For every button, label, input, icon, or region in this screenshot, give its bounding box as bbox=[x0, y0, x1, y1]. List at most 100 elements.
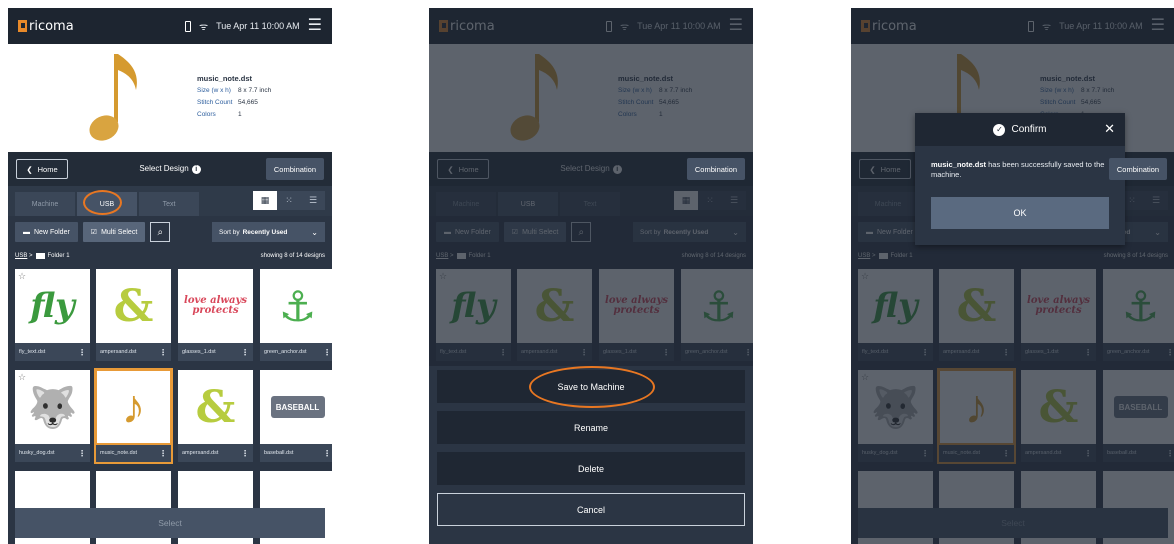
ok-button[interactable]: OK bbox=[931, 197, 1109, 229]
design-caption: husky_dog.dst ⋮ bbox=[15, 444, 90, 462]
design-caption: green_anchor.dst ⋮ bbox=[260, 343, 332, 361]
stitch-count-label: Stitch Count bbox=[197, 99, 233, 106]
rename-button[interactable]: Rename bbox=[437, 411, 745, 444]
design-card[interactable]: ☆🐺 husky_dog.dst ⋮ bbox=[15, 370, 90, 462]
design-name: baseball.dst bbox=[264, 450, 294, 456]
ricoma-logo: ricoma bbox=[18, 19, 74, 34]
small-grid-view-icon[interactable]: ⁙ bbox=[277, 191, 301, 210]
more-options-icon[interactable]: ⋮ bbox=[241, 449, 249, 458]
breadcrumb: USB > Folder 1 showing 8 of 14 designs bbox=[8, 248, 332, 264]
design-thumbnail: ☆🐺 bbox=[15, 370, 90, 444]
search-icon[interactable]: ⌕ bbox=[150, 222, 171, 242]
favorite-star-icon[interactable]: ☆ bbox=[18, 271, 26, 282]
new-folder-button[interactable]: ▬ New Folder bbox=[15, 222, 78, 242]
logo-mark-icon bbox=[18, 20, 27, 32]
design-card[interactable]: ⚓ green_anchor.dst ⋮ bbox=[260, 269, 332, 361]
music-note-icon: ♪ bbox=[121, 380, 146, 434]
view-mode-group: ▦ ⁙ ☰ bbox=[253, 191, 325, 210]
design-name: fly_text.dst bbox=[19, 349, 46, 355]
more-options-icon[interactable]: ⋮ bbox=[78, 449, 86, 458]
ampersand-art: & bbox=[195, 381, 236, 433]
title-bar: ❮ Home Select Designi Combination bbox=[8, 152, 332, 186]
stitch-count-value: 54,665 bbox=[238, 99, 258, 106]
design-card[interactable]: & ampersand.dst ⋮ bbox=[96, 269, 171, 361]
cancel-button[interactable]: Cancel bbox=[437, 493, 745, 526]
select-label: Select bbox=[158, 518, 182, 528]
tab-machine[interactable]: Machine bbox=[15, 192, 75, 216]
design-card-selected[interactable]: ♪ music_note.dst ⋮ bbox=[94, 368, 173, 464]
home-button[interactable]: ❮ Home bbox=[16, 159, 68, 179]
design-caption: music_note.dst ⋮ bbox=[96, 444, 171, 462]
combination-label: Combination bbox=[694, 164, 737, 174]
design-name: green_anchor.dst bbox=[264, 349, 307, 355]
colors-label: Colors bbox=[197, 111, 216, 118]
confirm-header: ✓ Confirm ✕ bbox=[915, 113, 1125, 146]
confirm-filename: music_note.dst bbox=[931, 160, 987, 169]
design-thumbnail: ⚓ bbox=[260, 269, 332, 343]
music-note-preview-icon bbox=[89, 54, 137, 141]
tab-text-label: Text bbox=[162, 200, 176, 208]
select-button[interactable]: Select bbox=[15, 508, 325, 538]
folder-plus-icon: ▬ bbox=[23, 228, 30, 236]
more-options-icon[interactable]: ⋮ bbox=[241, 348, 249, 357]
status-datetime: Tue Apr 11 10:00 AM bbox=[216, 21, 300, 31]
wifi-icon: ᯤ bbox=[198, 22, 209, 33]
confirm-message: music_note.dst has been successfully sav… bbox=[915, 146, 1125, 180]
design-filename: music_note.dst bbox=[197, 74, 253, 83]
design-name: ampersand.dst bbox=[100, 349, 137, 355]
rename-label: Rename bbox=[573, 422, 609, 433]
favorite-star-icon[interactable]: ☆ bbox=[18, 372, 26, 383]
husky-dog-icon: 🐺 bbox=[27, 385, 78, 430]
more-options-icon[interactable]: ⋮ bbox=[78, 348, 86, 357]
info-icon[interactable]: i bbox=[191, 165, 201, 174]
hamburger-menu-icon[interactable]: ☰ bbox=[308, 18, 322, 34]
large-grid-view-icon[interactable]: ▦ bbox=[253, 191, 277, 210]
list-view-icon[interactable]: ☰ bbox=[301, 191, 325, 210]
design-thumbnail: ♪ bbox=[95, 369, 172, 445]
design-thumbnail: & bbox=[178, 370, 253, 444]
anchor-icon: ⚓ bbox=[278, 282, 317, 330]
ampersand-art: & bbox=[113, 280, 154, 332]
combination-button[interactable]: Combination bbox=[1108, 158, 1167, 180]
fly-text-art: fly bbox=[30, 286, 75, 326]
check-circle-icon: ✓ bbox=[993, 123, 1006, 136]
more-options-icon[interactable]: ⋮ bbox=[159, 348, 167, 357]
design-thumbnail: love always protects bbox=[178, 269, 253, 343]
delete-button[interactable]: Delete bbox=[437, 452, 745, 485]
more-options-icon[interactable]: ⋮ bbox=[159, 449, 167, 458]
new-folder-label: New Folder bbox=[34, 228, 70, 236]
close-icon[interactable]: ✕ bbox=[1104, 121, 1115, 137]
combination-button[interactable]: Combination bbox=[265, 158, 324, 180]
confirm-dialog: ✓ Confirm ✕ music_note.dst has been succ… bbox=[915, 113, 1125, 245]
tab-machine-label: Machine bbox=[31, 200, 59, 208]
design-card[interactable]: BASEBALL baseball.dst ⋮ bbox=[260, 370, 332, 462]
screen-action-sheet: ricoma ᯤ Tue Apr 11 10:00 AM ☰ music_not… bbox=[429, 8, 753, 544]
usb-icon bbox=[184, 20, 191, 32]
breadcrumb-separator: > bbox=[27, 253, 33, 259]
brand-name: ricoma bbox=[29, 18, 74, 34]
love-text-art: love always protects bbox=[184, 294, 247, 316]
sort-prefix: Sort by bbox=[219, 228, 240, 236]
multi-select-button[interactable]: ☑Multi Select bbox=[82, 222, 146, 242]
design-card[interactable]: & ampersand.dst ⋮ bbox=[178, 370, 253, 462]
more-options-icon[interactable]: ⋮ bbox=[323, 348, 331, 357]
design-name: music_note.dst bbox=[100, 450, 137, 456]
more-options-icon[interactable]: ⋮ bbox=[323, 449, 331, 458]
folder-icon bbox=[35, 253, 45, 259]
breadcrumb-usb-link[interactable]: USB bbox=[15, 253, 27, 259]
design-card[interactable]: ☆ fly fly_text.dst ⋮ bbox=[15, 269, 90, 361]
combination-button[interactable]: Combination bbox=[686, 158, 745, 180]
breadcrumb-folder: Folder 1 bbox=[47, 253, 70, 259]
tab-text[interactable]: Text bbox=[139, 192, 199, 216]
save-button-highlight bbox=[529, 366, 655, 408]
delete-label: Delete bbox=[577, 463, 604, 474]
cancel-label: Cancel bbox=[576, 504, 605, 515]
design-caption: ampersand.dst ⋮ bbox=[96, 343, 171, 361]
file-toolbar: ▬ New Folder ☑Multi Select ⌕ Sort byRecen… bbox=[8, 216, 332, 248]
design-card[interactable]: love always protects glasses_1.dst ⋮ bbox=[178, 269, 253, 361]
chevron-down-icon: ⌄ bbox=[311, 227, 318, 237]
sort-dropdown[interactable]: Sort byRecently Used ⌄ bbox=[212, 222, 325, 242]
screen-select-design: ricoma ᯤ Tue Apr 11 10:00 AM ☰ music_not… bbox=[8, 8, 332, 544]
combination-label: Combination bbox=[273, 164, 316, 174]
design-name: glasses_1.dst bbox=[182, 349, 216, 355]
